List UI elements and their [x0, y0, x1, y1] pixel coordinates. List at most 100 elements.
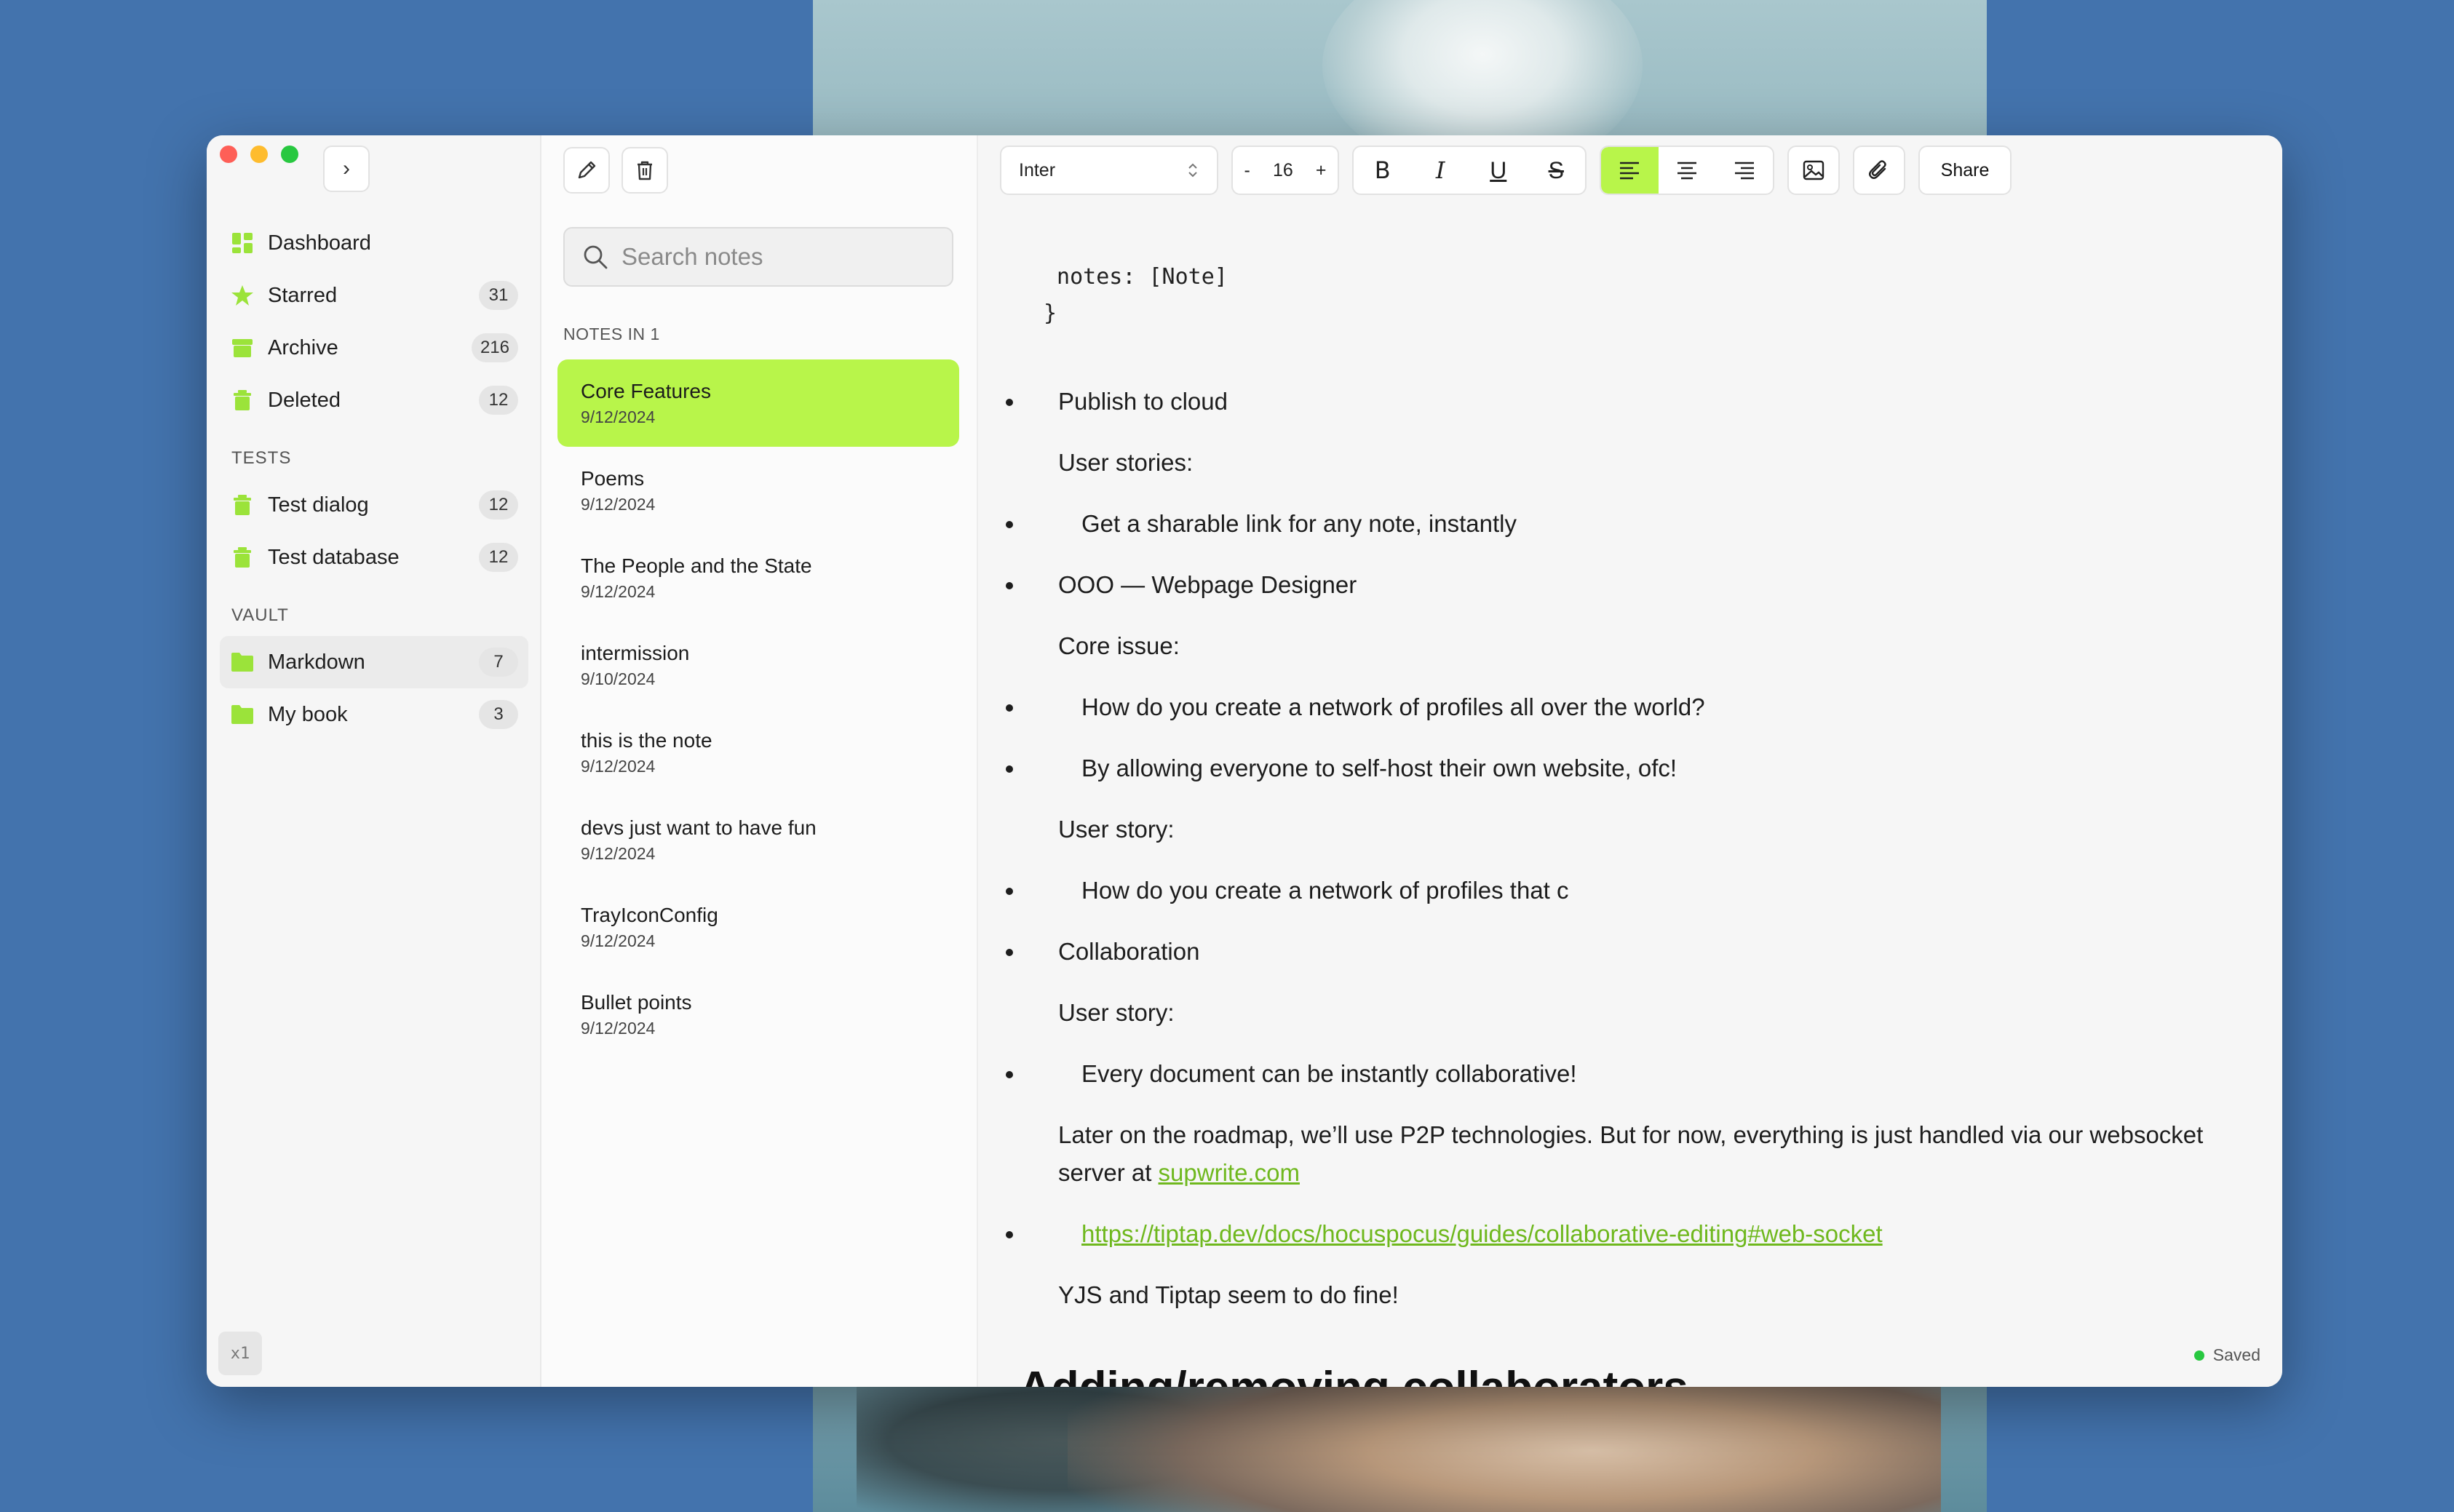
- align-right-button[interactable]: [1715, 147, 1773, 194]
- shortcut-hint: x1: [218, 1332, 262, 1375]
- paragraph: User story:: [1058, 999, 1175, 1026]
- sidebar-item-starred[interactable]: Starred 31: [220, 269, 528, 322]
- editor-panel: Inter - 16 + B I U S Share notes: [Note]…: [978, 135, 2282, 1387]
- share-button[interactable]: Share: [1918, 146, 2012, 195]
- sidebar-item-test-database[interactable]: Test database 12: [220, 531, 528, 584]
- note-list-item[interactable]: TrayIconConfig 9/12/2024: [557, 883, 959, 971]
- trash-icon: [230, 545, 255, 570]
- font-size-value[interactable]: 16: [1273, 160, 1293, 181]
- decrease-size-button[interactable]: -: [1244, 160, 1250, 181]
- note-list-item[interactable]: Bullet points 9/12/2024: [557, 971, 959, 1058]
- note-date: 9/12/2024: [581, 757, 656, 776]
- code-line: }: [1044, 301, 1057, 326]
- dashboard-icon: [230, 231, 255, 255]
- count-badge: 12: [479, 543, 518, 572]
- italic-button[interactable]: I: [1412, 147, 1470, 194]
- pencil-icon: [578, 161, 596, 179]
- align-left-icon: [1620, 162, 1640, 180]
- note-list-panel: NOTES IN 1 Core Features 9/12/2024 Poems…: [541, 135, 978, 1387]
- minimize-window-button[interactable]: [250, 146, 268, 163]
- bullet-item: Collaboration: [1006, 933, 2208, 971]
- count-badge: 12: [479, 490, 518, 520]
- note-title: Core Features: [581, 380, 711, 402]
- note-date: 9/10/2024: [581, 669, 656, 688]
- folder-icon: [230, 702, 255, 727]
- paragraph: YJS and Tiptap seem to do fine!: [1058, 1281, 1399, 1308]
- sidebar-item-archive[interactable]: Archive 216: [220, 322, 528, 374]
- sidebar-item-markdown[interactable]: Markdown 7: [220, 636, 528, 688]
- note-title: Poems: [581, 467, 645, 490]
- save-status-label: Saved: [2212, 1345, 2260, 1364]
- font-family-value: Inter: [1019, 159, 1056, 180]
- editor-content[interactable]: notes: [Note] } Publish to cloud User st…: [1006, 259, 2208, 1314]
- note-title: TrayIconConfig: [581, 904, 718, 926]
- note-title: devs just want to have fun: [581, 816, 817, 839]
- section-heading: Adding/removing collaborators: [1019, 1362, 1688, 1387]
- sidebar-item-dashboard[interactable]: Dashboard: [220, 217, 528, 269]
- editor-toolbar: Inter - 16 + B I U S Share: [1000, 146, 2012, 195]
- chevron-updown-icon: [1188, 163, 1197, 178]
- search-icon: [584, 245, 608, 269]
- count-badge: 12: [479, 386, 518, 415]
- count-badge: 3: [479, 700, 518, 729]
- trash-icon: [230, 388, 255, 413]
- note-date: 9/12/2024: [581, 1019, 656, 1038]
- status-dot-icon: [2193, 1350, 2204, 1361]
- font-family-select[interactable]: Inter: [1000, 146, 1218, 195]
- note-list-item[interactable]: Core Features 9/12/2024: [557, 359, 959, 447]
- delete-note-button[interactable]: [622, 147, 668, 194]
- note-date: 9/12/2024: [581, 582, 656, 601]
- attach-file-button[interactable]: [1853, 146, 1905, 195]
- maximize-window-button[interactable]: [281, 146, 298, 163]
- bold-button[interactable]: B: [1354, 147, 1412, 194]
- star-icon: [230, 283, 255, 308]
- align-left-button[interactable]: [1601, 147, 1659, 194]
- note-list-item[interactable]: this is the note 9/12/2024: [557, 709, 959, 796]
- sidebar-item-test-dialog[interactable]: Test dialog 12: [220, 479, 528, 531]
- note-title: The People and the State: [581, 554, 812, 577]
- expand-sidebar-button[interactable]: ›: [323, 146, 370, 192]
- trash-icon: [638, 161, 652, 180]
- note-date: 9/12/2024: [581, 495, 656, 514]
- tiptap-docs-link[interactable]: https://tiptap.dev/docs/hocuspocus/guide…: [1081, 1220, 1883, 1247]
- supwrite-link[interactable]: supwrite.com: [1159, 1159, 1300, 1186]
- bullet-item: Get a sharable link for any note, instan…: [1006, 505, 2208, 543]
- note-list-item[interactable]: devs just want to have fun 9/12/2024: [557, 796, 959, 883]
- sidebar-item-label: Test dialog: [268, 493, 369, 517]
- count-badge: 216: [471, 333, 518, 362]
- wallpaper-rock: [1068, 1375, 1941, 1512]
- note-list-item[interactable]: Poems 9/12/2024: [557, 447, 959, 534]
- bullet-item: How do you create a network of profiles …: [1006, 688, 2208, 726]
- text-format-group: B I U S: [1352, 146, 1587, 195]
- note-list-item[interactable]: intermission 9/10/2024: [557, 621, 959, 709]
- code-line: notes: [Note]: [1044, 264, 1228, 290]
- window-controls: [220, 146, 298, 163]
- search-box: [563, 227, 953, 287]
- folder-icon: [230, 650, 255, 675]
- underline-button[interactable]: U: [1469, 147, 1528, 194]
- sidebar-item-deleted[interactable]: Deleted 12: [220, 374, 528, 426]
- sidebar-item-my-book[interactable]: My book 3: [220, 688, 528, 741]
- close-window-button[interactable]: [220, 146, 237, 163]
- increase-size-button[interactable]: +: [1316, 160, 1327, 181]
- sidebar-item-label: Starred: [268, 283, 338, 307]
- section-title-tests: TESTS: [231, 448, 292, 468]
- count-badge: 7: [479, 648, 518, 677]
- chevron-right-icon: ›: [343, 156, 350, 180]
- bullet-item: OOO — Webpage Designer: [1006, 566, 2208, 604]
- section-title-vault: VAULT: [231, 605, 289, 625]
- note-date: 9/12/2024: [581, 844, 656, 863]
- search-input[interactable]: [622, 243, 942, 271]
- strikethrough-button[interactable]: S: [1528, 147, 1586, 194]
- note-list-item[interactable]: The People and the State 9/12/2024: [557, 534, 959, 621]
- bullet-item: By allowing everyone to self-host their …: [1006, 749, 2208, 787]
- sidebar-item-label: My book: [268, 702, 348, 726]
- align-center-button[interactable]: [1659, 147, 1716, 194]
- note-title: intermission: [581, 642, 690, 664]
- paperclip-icon: [1869, 160, 1886, 179]
- new-note-button[interactable]: [563, 147, 610, 194]
- note-date: 9/12/2024: [581, 931, 656, 950]
- insert-image-button[interactable]: [1787, 146, 1840, 195]
- paragraph: Later on the roadmap, we’ll use P2P tech…: [1029, 1116, 2208, 1192]
- archive-icon: [230, 335, 255, 360]
